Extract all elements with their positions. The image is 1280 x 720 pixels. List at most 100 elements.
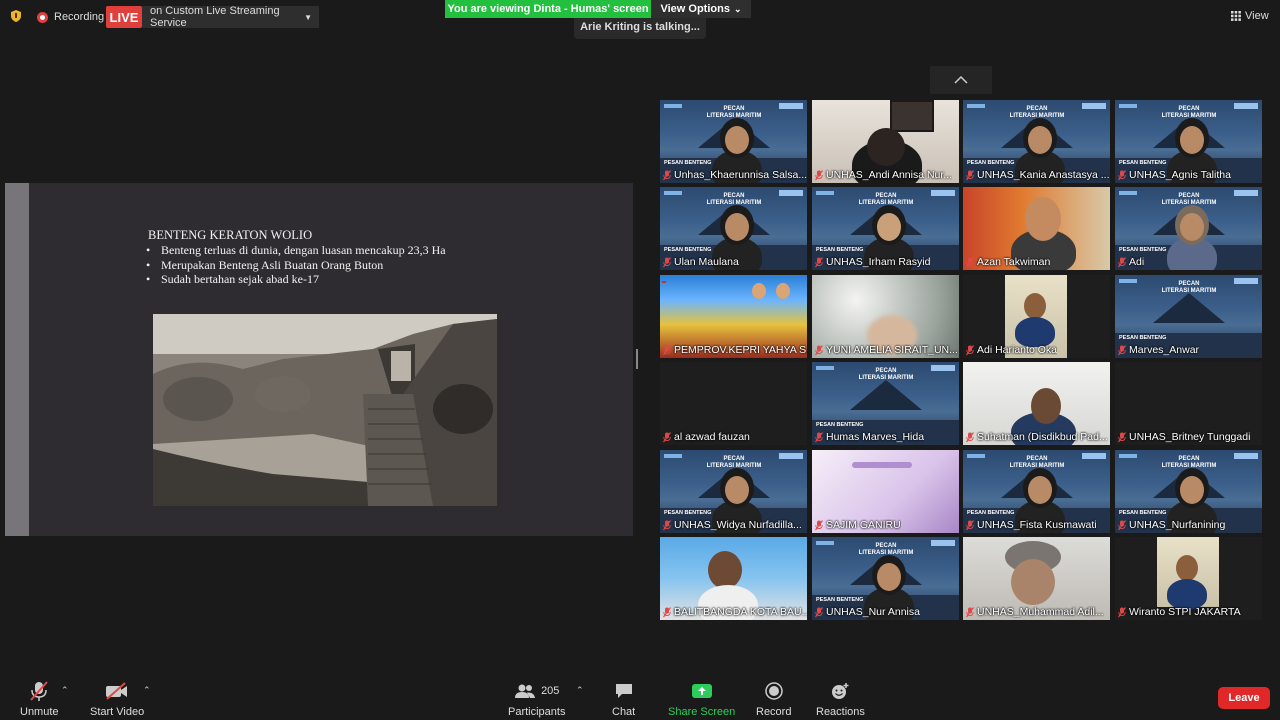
share-screen-button[interactable]: Share Screen [668,680,735,718]
participant-name: UNHAS_Andi Annisa Nur... [826,169,953,181]
muted-mic-icon [1118,606,1126,617]
participant-tile[interactable]: YUNI AMELIA SIRAIT_UN... [812,275,959,358]
stream-service-label: on Custom Live Streaming Service [150,5,280,29]
poster-band-text: PESAN BENTENG [1119,510,1167,516]
slide-side-bar [5,183,29,536]
resize-handle[interactable] [636,349,638,369]
muted-mic-icon [966,344,974,355]
participant-tile[interactable]: Wiranto STPI JAKARTA [1115,537,1262,620]
participant-tile[interactable]: Adi Harianto Oka [963,275,1110,358]
poster-band-text: PESAN BENTENG [816,422,864,428]
participant-tile[interactable]: PECAN LITERASI MARITIM PESAN BENTENG Humas … [812,362,959,445]
participant-name: UNHAS_Fista Kusmawati [977,519,1097,531]
participants-button[interactable]: 205 Participants [508,680,565,718]
poster-band-text: PESAN BENTENG [664,510,712,516]
participant-tile[interactable]: PEMPROV.KEPRI YAHYA S... [660,275,807,358]
participant-face [1028,126,1052,154]
participant-name-label: Unhas_Khaerunnisa Salsa... [663,169,807,181]
collapse-gallery-button[interactable] [930,66,992,94]
live-stream-dropdown[interactable]: on Custom Live Streaming Service ▼ [142,5,319,29]
participants-icon [515,684,536,698]
chat-button[interactable]: Chat [612,680,635,718]
muted-mic-icon [663,169,671,180]
record-button[interactable]: Record [756,680,791,718]
poster-logo [1234,103,1258,109]
participant-name-label: UNHAS_Nurfanining [1118,519,1225,531]
poster-line: PECAN [723,456,745,462]
reactions-button[interactable]: Reactions [816,680,865,718]
participant-tile[interactable]: SAJIM GANIRU [812,450,959,533]
participant-tile[interactable]: PECAN LITERASI MARITIM PESAN BENTENG UNHAS_… [660,450,807,533]
participant-tile[interactable]: PECAN LITERASI MARITIM PESAN BENTENG UNHAS_… [1115,450,1262,533]
leave-button[interactable]: Leave [1218,687,1270,709]
live-badge[interactable]: LIVE [106,6,142,28]
participant-name: UNHAS_Muhammad Adil... [977,606,1104,618]
muted-mic-icon [1118,519,1126,530]
poster-logo [931,540,955,546]
participant-tile[interactable]: UNHAS_Britney Tunggadi [1115,362,1262,445]
view-layout-button[interactable]: View [1231,8,1269,24]
participant-tile[interactable]: UNHAS_Andi Annisa Nur... [812,100,959,183]
poster-logo [931,190,955,196]
participant-tile[interactable]: PECAN LITERASI MARITIM PESAN BENTENG Adi [1115,187,1262,270]
participant-name: UNHAS_Nurfanining [1129,519,1226,531]
poster-band-text: PESAN BENTENG [967,160,1015,166]
participants-options-caret[interactable]: ⌃ [576,685,584,696]
participant-tile[interactable]: UNHAS_Muhammad Adil... [963,537,1110,620]
start-video-button[interactable]: Start Video [90,680,144,718]
poster-line: LITERASI MARITIM [1161,288,1217,294]
participant-tile[interactable]: PECAN LITERASI MARITIM PESAN BENTENG UNHAS_… [963,450,1110,533]
participant-name: SAJIM GANIRU [826,519,901,531]
participant-tile[interactable]: PECAN LITERASI MARITIM PESAN BENTENG Marves… [1115,275,1262,358]
participant-tile[interactable]: PECAN LITERASI MARITIM PESAN BENTENG Ulan M… [660,187,807,270]
participant-name-label: UNHAS_Nur Annisa [815,606,920,618]
participant-tile[interactable]: PECAN LITERASI MARITIM PESAN BENTENG UNHAS_… [812,187,959,270]
participant-tile[interactable]: al azwad fauzan [660,362,807,445]
participant-tile[interactable]: BALITBANGDA KOTA BAU... [660,537,807,620]
poster-title: PECAN LITERASI MARITIM [856,368,916,382]
poster-roof-shape [850,380,922,410]
participant-name-label: UNHAS_Fista Kusmawati [966,519,1097,531]
participant-tile[interactable]: PECAN LITERASI MARITIM PESAN BENTENG UNHAS_… [812,537,959,620]
participants-count: 205 [541,685,560,697]
view-options-button[interactable]: View Options ⌄ [651,0,751,18]
recording-label: Recording [54,11,105,23]
security-shield-icon[interactable] [9,9,23,23]
recording-indicator[interactable]: Recording [37,8,104,26]
participant-name: Wiranto STPI JAKARTA [1129,606,1241,618]
poster-band-text: PESAN BENTENG [816,247,864,253]
participant-name-label: Humas Marves_Hida [815,431,924,443]
poster-band-text: PESAN BENTENG [967,510,1015,516]
participant-face [1180,126,1204,154]
participant-face [1031,388,1061,424]
poster-logo [664,104,682,108]
reactions-label: Reactions [816,706,865,718]
participant-name-label: UNHAS_Agnis Talitha [1118,169,1231,181]
participant-name-label: Adi Harianto Oka [966,344,1057,356]
share-screen-icon [691,684,712,698]
unmute-label: Unmute [20,706,59,718]
video-options-caret[interactable]: ⌃ [143,685,151,696]
participant-name: al azwad fauzan [674,431,750,443]
viewing-screen-banner: You are viewing Dinta - Humas' screen [445,0,651,18]
participant-face [1176,555,1198,581]
poster-logo [816,366,834,370]
participant-tile[interactable]: Azan Takwiman [963,187,1110,270]
poster-logo [1119,454,1137,458]
audio-options-caret[interactable]: ⌃ [61,685,69,696]
participant-tile[interactable]: PECAN LITERASI MARITIM PESAN BENTENG Unhas_… [660,100,807,183]
muted-mic-icon [663,606,671,617]
unmute-button[interactable]: Unmute [20,680,59,718]
participant-name: UNHAS_Kania Anastasya ... [977,169,1110,181]
participant-name-label: UNHAS_Widya Nurfadilla... [663,519,802,531]
participant-face [877,563,901,591]
view-label: View [1245,10,1269,22]
participant-tile[interactable]: PECAN LITERASI MARITIM PESAN BENTENG UNHAS_… [1115,100,1262,183]
poster-logo [1119,104,1137,108]
poster-logo [931,365,955,371]
participant-name-label: Adi [1118,256,1144,268]
poster-logo [1119,279,1137,283]
poster-line: PECAN [875,543,897,549]
participant-tile[interactable]: Suhatman (Disdikbud Pad... [963,362,1110,445]
participant-tile[interactable]: PECAN LITERASI MARITIM PESAN BENTENG UNHAS_… [963,100,1110,183]
